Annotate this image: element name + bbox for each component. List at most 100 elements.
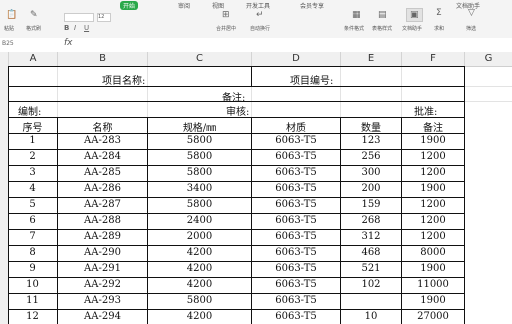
cell-index[interactable]: 4 xyxy=(8,183,57,194)
name-box[interactable]: B25 xyxy=(2,40,14,47)
cell-remarks[interactable]: 1200 xyxy=(402,151,464,162)
cell-remarks[interactable]: 1200 xyxy=(402,215,464,226)
merge-center-icon[interactable]: ⊞ xyxy=(222,10,230,20)
tab-member[interactable]: 会员专享 xyxy=(300,1,324,10)
cell-quantity[interactable]: 268 xyxy=(341,215,401,226)
header-index[interactable]: 序号 xyxy=(8,119,57,134)
cell-material[interactable]: 6063-T5 xyxy=(252,231,340,242)
column-header-d[interactable]: D xyxy=(252,52,341,67)
cell-remarks[interactable]: 1900 xyxy=(402,135,464,146)
cell-name[interactable]: AA-291 xyxy=(58,263,147,274)
column-header-f[interactable]: F xyxy=(402,52,465,67)
tab-view[interactable]: 视图 xyxy=(212,1,224,10)
cell-quantity[interactable]: 521 xyxy=(341,263,401,274)
column-header-g[interactable]: G xyxy=(465,52,512,67)
reviewed-by-label[interactable]: 审核: xyxy=(226,103,249,118)
cell-index[interactable]: 10 xyxy=(8,279,57,290)
cell-remarks[interactable]: 27000 xyxy=(402,311,464,322)
cell-remarks[interactable]: 11000 xyxy=(402,279,464,290)
cell-material[interactable]: 6063-T5 xyxy=(252,279,340,290)
cell-index[interactable]: 6 xyxy=(8,215,57,226)
cell-quantity[interactable]: 312 xyxy=(341,231,401,242)
cell-index[interactable]: 2 xyxy=(8,151,57,162)
cell-spec[interactable]: 4200 xyxy=(148,279,251,290)
format-painter-icon[interactable]: ✎ xyxy=(30,10,38,20)
format-painter-button[interactable]: 格式刷 xyxy=(26,25,41,32)
cell-remarks[interactable]: 1900 xyxy=(402,263,464,274)
cell-index[interactable]: 3 xyxy=(8,167,57,178)
header-remarks[interactable]: 备注 xyxy=(402,119,464,134)
cell-index[interactable]: 9 xyxy=(8,263,57,274)
cell-quantity[interactable]: 102 xyxy=(341,279,401,290)
cell-spec[interactable]: 5800 xyxy=(148,295,251,306)
cell-index[interactable]: 1 xyxy=(8,135,57,146)
italic-icon[interactable]: I xyxy=(74,24,76,32)
cell-quantity[interactable]: 256 xyxy=(341,151,401,162)
cell-spec[interactable]: 4200 xyxy=(148,263,251,274)
font-size-select[interactable]: 12 xyxy=(97,13,111,22)
cell-spec[interactable]: 5800 xyxy=(148,167,251,178)
cell-material[interactable]: 6063-T5 xyxy=(252,247,340,258)
cell-index[interactable]: 11 xyxy=(8,295,57,306)
column-header-c[interactable]: C xyxy=(148,52,252,67)
cell-name[interactable]: AA-288 xyxy=(58,215,147,226)
merge-center-button[interactable]: 合并居中 xyxy=(216,25,236,32)
cell-spec[interactable]: 5800 xyxy=(148,135,251,146)
filter-button[interactable]: 筛选 xyxy=(466,25,476,32)
cell-remarks[interactable]: 1900 xyxy=(402,295,464,306)
conditional-format-button[interactable]: 条件格式 xyxy=(344,25,364,32)
table-style-button[interactable]: 表格样式 xyxy=(372,25,392,32)
tab-review[interactable]: 审阅 xyxy=(178,1,190,10)
cell-quantity[interactable]: 123 xyxy=(341,135,401,146)
paste-button[interactable]: 粘贴 xyxy=(4,25,14,32)
cell-quantity[interactable]: 10 xyxy=(341,311,401,322)
tab-home[interactable]: 开始 xyxy=(120,1,139,10)
cell-name[interactable]: AA-283 xyxy=(58,135,147,146)
cell-name[interactable]: AA-293 xyxy=(58,295,147,306)
cell-remarks[interactable]: 1200 xyxy=(402,231,464,242)
sum-button[interactable]: 求和 xyxy=(434,25,444,32)
cell-remarks[interactable]: 8000 xyxy=(402,247,464,258)
project-no-label[interactable]: 项目编号: xyxy=(290,72,333,87)
sum-icon[interactable]: Σ xyxy=(436,8,442,18)
cell-material[interactable]: 6063-T5 xyxy=(252,199,340,210)
fx-icon[interactable]: fx xyxy=(64,38,73,48)
paste-icon[interactable]: 📋 xyxy=(6,10,17,20)
cell-index[interactable]: 8 xyxy=(8,247,57,258)
table-style-icon[interactable]: ▤ xyxy=(378,10,387,20)
cell-material[interactable]: 6063-T5 xyxy=(252,167,340,178)
header-name[interactable]: 名称 xyxy=(58,119,147,134)
cell-spec[interactable]: 5800 xyxy=(148,151,251,162)
formula-input[interactable] xyxy=(86,40,506,49)
cell-name[interactable]: AA-284 xyxy=(58,151,147,162)
cell-name[interactable]: AA-292 xyxy=(58,279,147,290)
font-name-select[interactable] xyxy=(64,13,94,22)
cell-spec[interactable]: 3400 xyxy=(148,183,251,194)
column-header-a[interactable]: A xyxy=(9,52,58,67)
cell-spec[interactable]: 5800 xyxy=(148,199,251,210)
cell-remarks[interactable]: 1900 xyxy=(402,183,464,194)
wrap-text-button[interactable]: 自动换行 xyxy=(250,25,270,32)
cell-material[interactable]: 6063-T5 xyxy=(252,135,340,146)
cell-remarks[interactable]: 1200 xyxy=(402,167,464,178)
remarks-label[interactable]: 备注: xyxy=(222,89,245,104)
cell-material[interactable]: 6063-T5 xyxy=(252,311,340,322)
cell-index[interactable]: 12 xyxy=(8,311,57,322)
doc-assistant-button[interactable]: 文档助手 xyxy=(402,25,422,32)
cell-material[interactable]: 6063-T5 xyxy=(252,295,340,306)
compiled-by-label[interactable]: 编制: xyxy=(18,103,41,118)
cell-quantity[interactable]: 300 xyxy=(341,167,401,178)
bold-icon[interactable]: B xyxy=(64,24,69,32)
underline-icon[interactable]: U xyxy=(84,24,89,32)
cell-material[interactable]: 6063-T5 xyxy=(252,151,340,162)
cell-name[interactable]: AA-285 xyxy=(58,167,147,178)
project-name-label[interactable]: 项目名称: xyxy=(102,72,145,87)
cell-name[interactable]: AA-290 xyxy=(58,247,147,258)
cell-name[interactable]: AA-289 xyxy=(58,231,147,242)
approved-by-label[interactable]: 批准: xyxy=(414,103,437,118)
cell-name[interactable]: AA-287 xyxy=(58,199,147,210)
cell-material[interactable]: 6063-T5 xyxy=(252,183,340,194)
header-spec[interactable]: 规格/㎜ xyxy=(148,119,251,134)
cell-quantity[interactable]: 468 xyxy=(341,247,401,258)
header-quantity[interactable]: 数量 xyxy=(341,119,401,134)
